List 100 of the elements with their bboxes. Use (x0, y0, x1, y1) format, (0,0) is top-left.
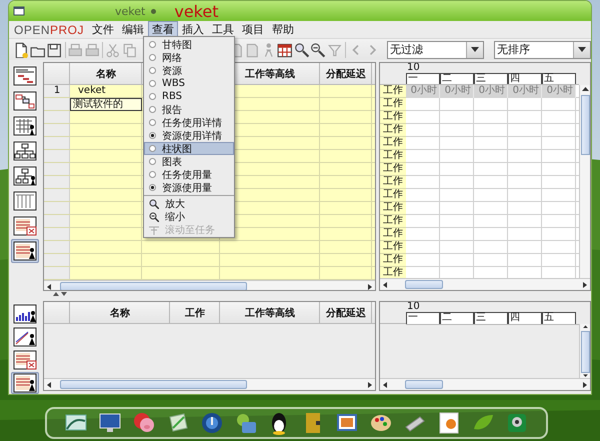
radio-button[interactable] (149, 80, 156, 87)
monitor-icon[interactable] (98, 411, 122, 435)
view-button[interactable] (11, 326, 39, 348)
network-diagram-icon (13, 91, 37, 111)
scrollbar-thumb[interactable] (581, 95, 590, 155)
menu-item[interactable]: 帮助 (268, 21, 298, 38)
menu-item[interactable]: 工具 (208, 21, 238, 38)
status-dot (151, 8, 156, 14)
view-button[interactable] (11, 64, 39, 88)
menu-option[interactable]: 任务使用量 (144, 168, 234, 181)
menu-item[interactable]: 插入 (178, 21, 208, 38)
view-button[interactable] (11, 303, 39, 325)
cell-editor[interactable]: 测试软件的 (70, 98, 142, 111)
menu-option[interactable]: 资源 (144, 64, 234, 77)
vertical-scrollbar[interactable] (579, 324, 590, 378)
radio-button[interactable] (149, 171, 156, 178)
scrollbar-thumb[interactable] (405, 280, 444, 289)
view-button[interactable] (11, 164, 39, 188)
filter-dropdown[interactable]: 无过滤 (387, 40, 484, 58)
menu-option[interactable]: 资源使用详情 (144, 129, 234, 142)
view-button[interactable] (11, 349, 39, 371)
vertical-scrollbar[interactable] (579, 85, 590, 278)
scrollbar-thumb[interactable] (405, 380, 444, 389)
resource-sheet-icon (13, 116, 37, 136)
column-header: 分配延迟 (324, 68, 367, 82)
menu-option[interactable]: WBS (144, 77, 234, 90)
horizontal-scrollbar[interactable] (380, 378, 590, 390)
radio-button[interactable] (149, 106, 156, 113)
day-header: 三 (474, 312, 508, 324)
sort-dropdown[interactable]: 无排序 (494, 40, 591, 58)
menu-item[interactable]: 编辑 (118, 21, 148, 38)
zoom-out-icon[interactable] (310, 42, 326, 58)
view-button[interactable] (11, 114, 39, 138)
scrollbar-thumb[interactable] (60, 380, 247, 389)
column-header: 名称 (109, 306, 131, 321)
combo-value: 无过滤 (390, 42, 424, 57)
gantt-chart-icon (13, 66, 37, 86)
view-button[interactable] (11, 239, 39, 263)
menu-option[interactable]: 甘特图 (144, 38, 234, 51)
radio-button[interactable] (149, 132, 156, 139)
radio-button[interactable] (149, 41, 156, 48)
dropdown-arrow-icon[interactable] (578, 47, 586, 52)
logo: OPEN PROJ (14, 22, 84, 36)
radio-button[interactable] (149, 54, 156, 61)
row-label: 工作 (380, 241, 406, 254)
radio-button[interactable] (149, 119, 156, 126)
day-header: 三 (474, 73, 508, 84)
new-document-icon[interactable] (13, 42, 28, 58)
horizontal-scrollbar[interactable] (44, 378, 375, 390)
dropdown-arrow-icon[interactable] (471, 47, 480, 52)
scrollbar-thumb[interactable] (60, 282, 247, 290)
view-button[interactable] (11, 372, 39, 394)
resource-usage-icon (13, 373, 37, 393)
day-header: 一 (406, 312, 440, 324)
menu-option[interactable]: 缩小 (144, 210, 234, 223)
radio-button[interactable] (149, 145, 156, 152)
calendar-grid-icon[interactable] (277, 42, 293, 58)
view-button[interactable] (11, 214, 39, 238)
view-button[interactable] (11, 189, 39, 213)
zoom-in-icon[interactable] (294, 42, 310, 58)
horizontal-scrollbar[interactable] (380, 278, 590, 290)
menu-option[interactable]: 报告 (144, 103, 234, 116)
row-label: 工作 (380, 228, 406, 241)
menu-option[interactable]: RBS (144, 90, 234, 103)
row-label: 工作 (380, 163, 406, 176)
menu-item[interactable]: 项目 (238, 21, 268, 38)
window-title: veket (174, 2, 218, 20)
radio-button[interactable] (149, 184, 156, 191)
menu-option[interactable]: 网络 (144, 51, 234, 64)
window-subtitle: veket (115, 4, 146, 18)
menu-option[interactable]: 资源使用量 (144, 181, 234, 194)
resource-usage-icon (13, 241, 37, 261)
radio-button[interactable] (149, 67, 156, 74)
column-header: 工作 (184, 306, 206, 321)
view-button[interactable] (11, 89, 39, 113)
menu-option[interactable]: 柱状图 (144, 142, 234, 155)
row-label: 工作 (380, 150, 406, 163)
scroll-up-icon[interactable] (581, 85, 590, 93)
save-icon[interactable] (46, 42, 62, 58)
day-header: 五 (542, 312, 576, 324)
menu-option[interactable]: 放大 (144, 197, 234, 210)
horizontal-scrollbar[interactable] (44, 280, 375, 290)
view-button[interactable] (11, 139, 39, 163)
menu-option[interactable]: 任务使用详情 (144, 116, 234, 129)
row-label: 工作 (380, 189, 406, 202)
table-cell: 0小时 (542, 85, 576, 98)
task-usage-icon (13, 350, 37, 370)
task-usage-icon (13, 216, 37, 236)
row-number: 1 (52, 85, 62, 98)
column-header: 名称 (95, 68, 117, 82)
menu-option[interactable]: 图表 (144, 155, 234, 168)
menu-item[interactable]: 文件 (88, 21, 118, 38)
table-cell: 0小时 (508, 85, 542, 98)
scrollbar-thumb[interactable] (581, 331, 590, 373)
day-header: 五 (542, 73, 576, 84)
radio-button[interactable] (149, 93, 156, 100)
row-label: 工作 (380, 267, 406, 278)
radio-button[interactable] (149, 158, 156, 165)
day-header: 四 (508, 312, 542, 324)
row-label: 工作 (380, 124, 406, 137)
